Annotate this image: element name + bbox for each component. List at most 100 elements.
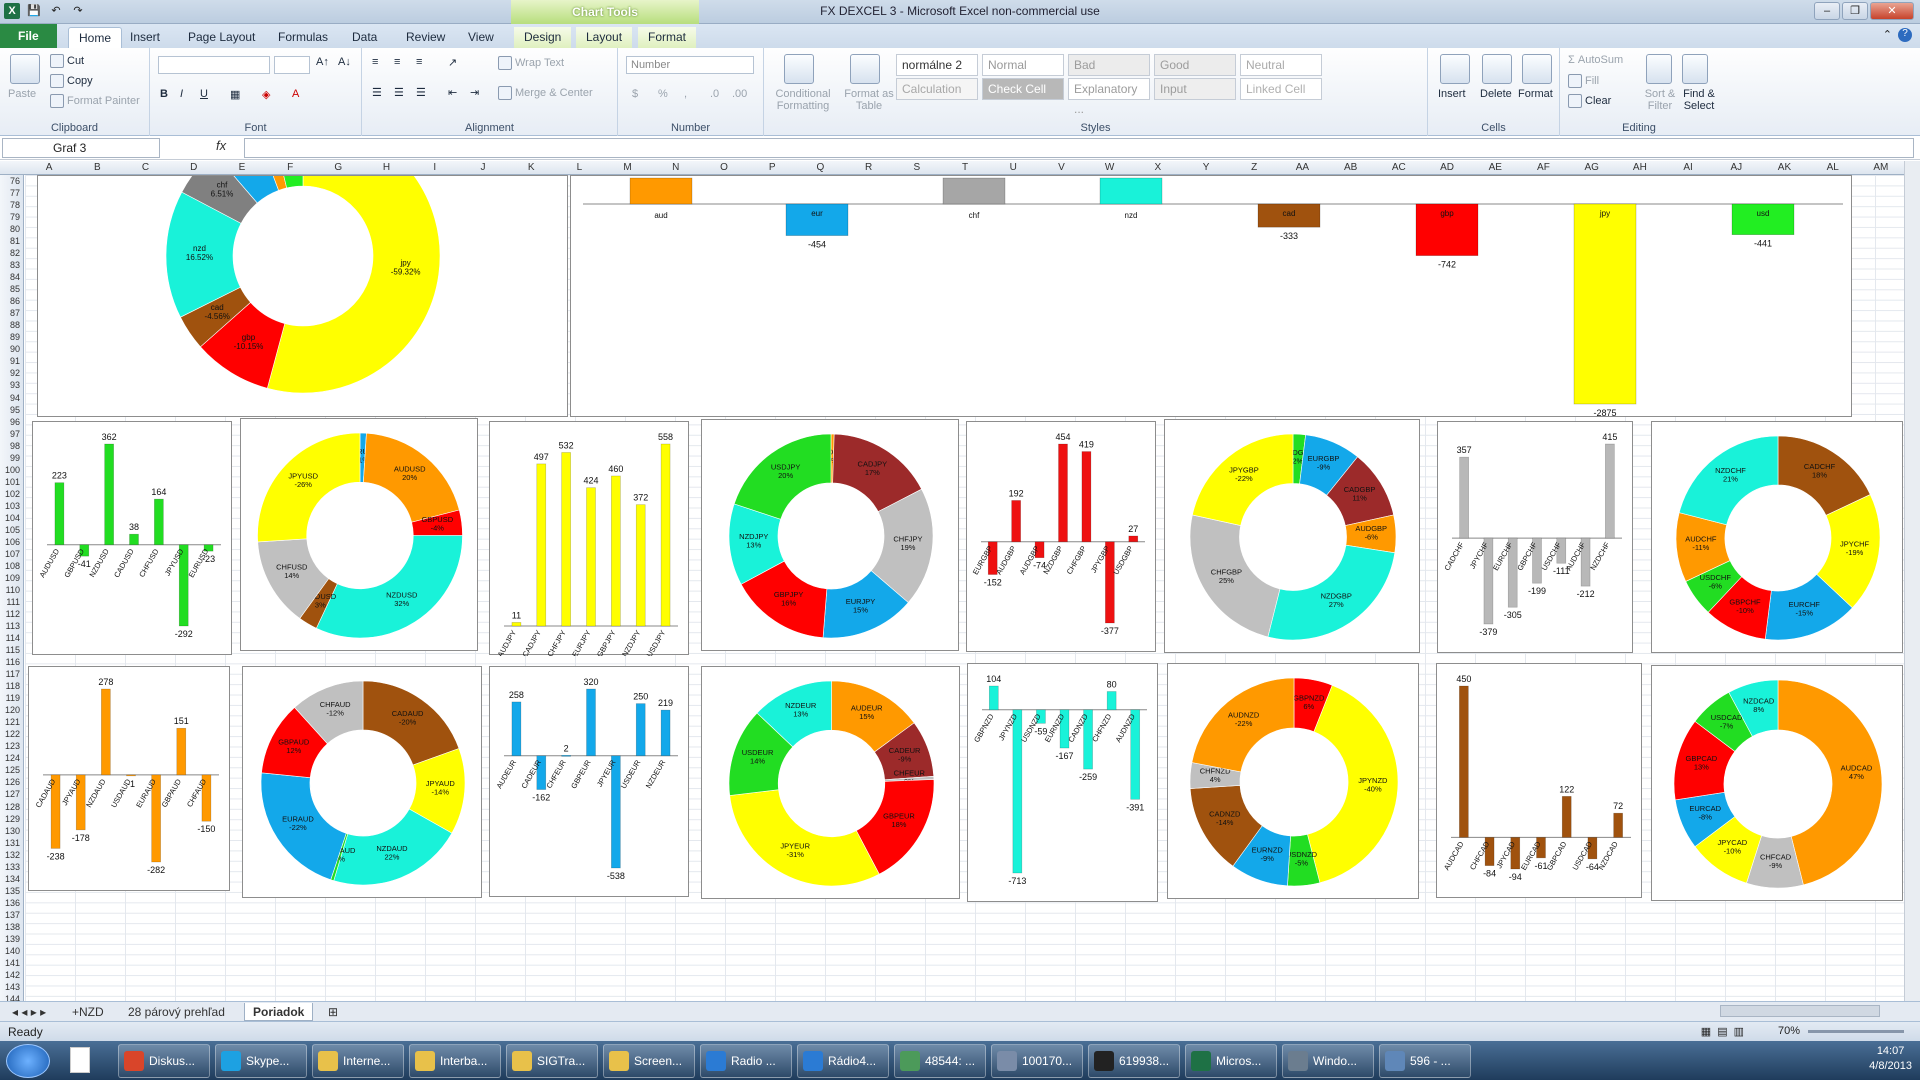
bar[interactable]	[1459, 456, 1469, 539]
column-header[interactable]: AB	[1327, 161, 1375, 175]
row-header[interactable]: 99	[0, 452, 20, 464]
bar[interactable]	[635, 504, 646, 627]
bar[interactable]	[1099, 177, 1163, 205]
clock[interactable]: 14:07 4/8/2013	[1869, 1044, 1912, 1074]
row-header[interactable]: 136	[0, 897, 20, 909]
format-cells-icon[interactable]	[1522, 54, 1552, 84]
tab-review[interactable]: Review	[396, 27, 455, 48]
merge-center-button[interactable]: Merge & Center	[498, 86, 593, 100]
copy-button[interactable]: Copy	[50, 74, 93, 88]
row-header[interactable]: 137	[0, 909, 20, 921]
row-header[interactable]: 103	[0, 500, 20, 512]
close-button[interactable]: ✕	[1870, 2, 1914, 20]
column-header[interactable]: N	[652, 161, 700, 175]
taskbar-item[interactable]: 48544: ...	[894, 1044, 986, 1078]
row-header[interactable]: 105	[0, 524, 20, 536]
sort-filter-icon[interactable]	[1646, 54, 1672, 84]
font-color-icon[interactable]: A	[292, 88, 299, 100]
align-middle-icon[interactable]: ≡	[394, 56, 400, 68]
row-header[interactable]: 128	[0, 801, 20, 813]
row-header[interactable]: 77	[0, 187, 20, 199]
bar[interactable]	[611, 475, 621, 627]
page-layout-view-icon[interactable]: ▤	[1717, 1025, 1727, 1038]
column-header[interactable]: R	[844, 161, 892, 175]
taskbar-item[interactable]: 596 - ...	[1379, 1044, 1471, 1078]
show-desktop-doc-icon[interactable]	[70, 1047, 90, 1073]
sheet-nav-arrows[interactable]: ◂ ◂ ▸ ▸	[4, 1003, 54, 1021]
row-header[interactable]: 129	[0, 813, 20, 825]
conditional-formatting-icon[interactable]	[784, 54, 814, 84]
insert-sheet-icon[interactable]: ⊞	[320, 1003, 346, 1021]
bar[interactable]	[1459, 685, 1469, 838]
column-header[interactable]: E	[218, 161, 266, 175]
bar[interactable]	[1058, 443, 1068, 543]
bar[interactable]	[129, 533, 139, 546]
row-header[interactable]: 101	[0, 476, 20, 488]
row-header[interactable]: 121	[0, 716, 20, 728]
row-header[interactable]: 91	[0, 355, 20, 367]
page-break-view-icon[interactable]: ▥	[1734, 1025, 1744, 1038]
cell-style-7[interactable]: Explanatory ...	[1068, 78, 1150, 116]
row-header[interactable]: 118	[0, 680, 20, 692]
row-header[interactable]: 85	[0, 283, 20, 295]
bar[interactable]	[561, 755, 571, 757]
row-header[interactable]: 81	[0, 235, 20, 247]
align-bottom-icon[interactable]: ≡	[416, 56, 422, 68]
format-as-table-button[interactable]: Format as Table	[844, 88, 894, 112]
bar[interactable]	[126, 774, 136, 777]
vertical-scrollbar[interactable]	[1904, 161, 1920, 1005]
cell-style-8[interactable]: Input	[1154, 78, 1236, 100]
column-header[interactable]: Y	[1182, 161, 1230, 175]
binoculars-icon[interactable]	[1682, 54, 1708, 84]
row-header[interactable]: 114	[0, 632, 20, 644]
font-size-select[interactable]	[274, 56, 310, 74]
start-button[interactable]	[6, 1044, 50, 1078]
bar[interactable]	[660, 709, 671, 757]
taskbar-item[interactable]: Interne...	[312, 1044, 404, 1078]
column-header[interactable]: AI	[1664, 161, 1712, 175]
row-header[interactable]: 95	[0, 404, 20, 416]
column-header[interactable]: D	[170, 161, 218, 175]
column-header[interactable]: AD	[1423, 161, 1471, 175]
restore-button[interactable]: ❐	[1842, 2, 1868, 20]
bar[interactable]	[586, 688, 596, 757]
bar[interactable]	[942, 177, 1006, 205]
column-header[interactable]: F	[266, 161, 314, 175]
column-header[interactable]: G	[314, 161, 362, 175]
italic-icon[interactable]: I	[180, 88, 183, 100]
taskbar-item[interactable]: Screen...	[603, 1044, 695, 1078]
row-header[interactable]: 83	[0, 259, 20, 271]
decrease-decimal-icon[interactable]: .00	[732, 88, 747, 100]
row-header[interactable]: 106	[0, 536, 20, 548]
bar[interactable]	[176, 727, 187, 776]
row-header[interactable]: 132	[0, 849, 20, 861]
tab-formulas[interactable]: Formulas	[268, 27, 338, 48]
sort-filter-button[interactable]: Sort & Filter	[1642, 88, 1678, 112]
column-header[interactable]: AE	[1471, 161, 1519, 175]
row-header[interactable]: 87	[0, 307, 20, 319]
chart-6[interactable]: -152 EURGBP 192 AUDGBP -74 AUDGBP 454 NZDGBP 419…	[966, 421, 1156, 652]
taskbar-item[interactable]: SIGTra...	[506, 1044, 598, 1078]
underline-icon[interactable]: U	[200, 88, 208, 100]
bar[interactable]	[635, 703, 646, 757]
currency-icon[interactable]: $	[632, 88, 638, 100]
increase-decimal-icon[interactable]: .0	[710, 88, 719, 100]
chart-4[interactable]: 11 AUDJPY 497 CADJPY 532 CHFJPY 424 EURJPY 460 GB…	[489, 421, 689, 656]
tab-format[interactable]: Format	[638, 27, 697, 48]
sheet-tab-28-parovy[interactable]: 28 párový prehľad	[120, 1003, 233, 1021]
column-header[interactable]: C	[121, 161, 169, 175]
tab-layout[interactable]: Layout	[576, 27, 633, 48]
row-header[interactable]: 84	[0, 271, 20, 283]
cell-style-3[interactable]: Good	[1154, 54, 1236, 76]
row-header[interactable]: 86	[0, 295, 20, 307]
row-header[interactable]: 107	[0, 548, 20, 560]
row-header[interactable]: 96	[0, 416, 20, 428]
row-header[interactable]: 120	[0, 704, 20, 716]
chart-0[interactable]: jpy -59.32% gbp -10.15% cad -4.56% nzd 16.52% ch…	[37, 175, 568, 417]
bar[interactable]	[54, 482, 65, 546]
column-header[interactable]: AG	[1568, 161, 1616, 175]
chart-2[interactable]: 223 AUDUSD -41 GBPUSD 362 NZDUSD 38 CADUSD 164 CH…	[32, 421, 232, 655]
row-header[interactable]: 123	[0, 740, 20, 752]
column-header[interactable]: AK	[1760, 161, 1808, 175]
delete-cells-button[interactable]: Delete	[1480, 88, 1512, 100]
